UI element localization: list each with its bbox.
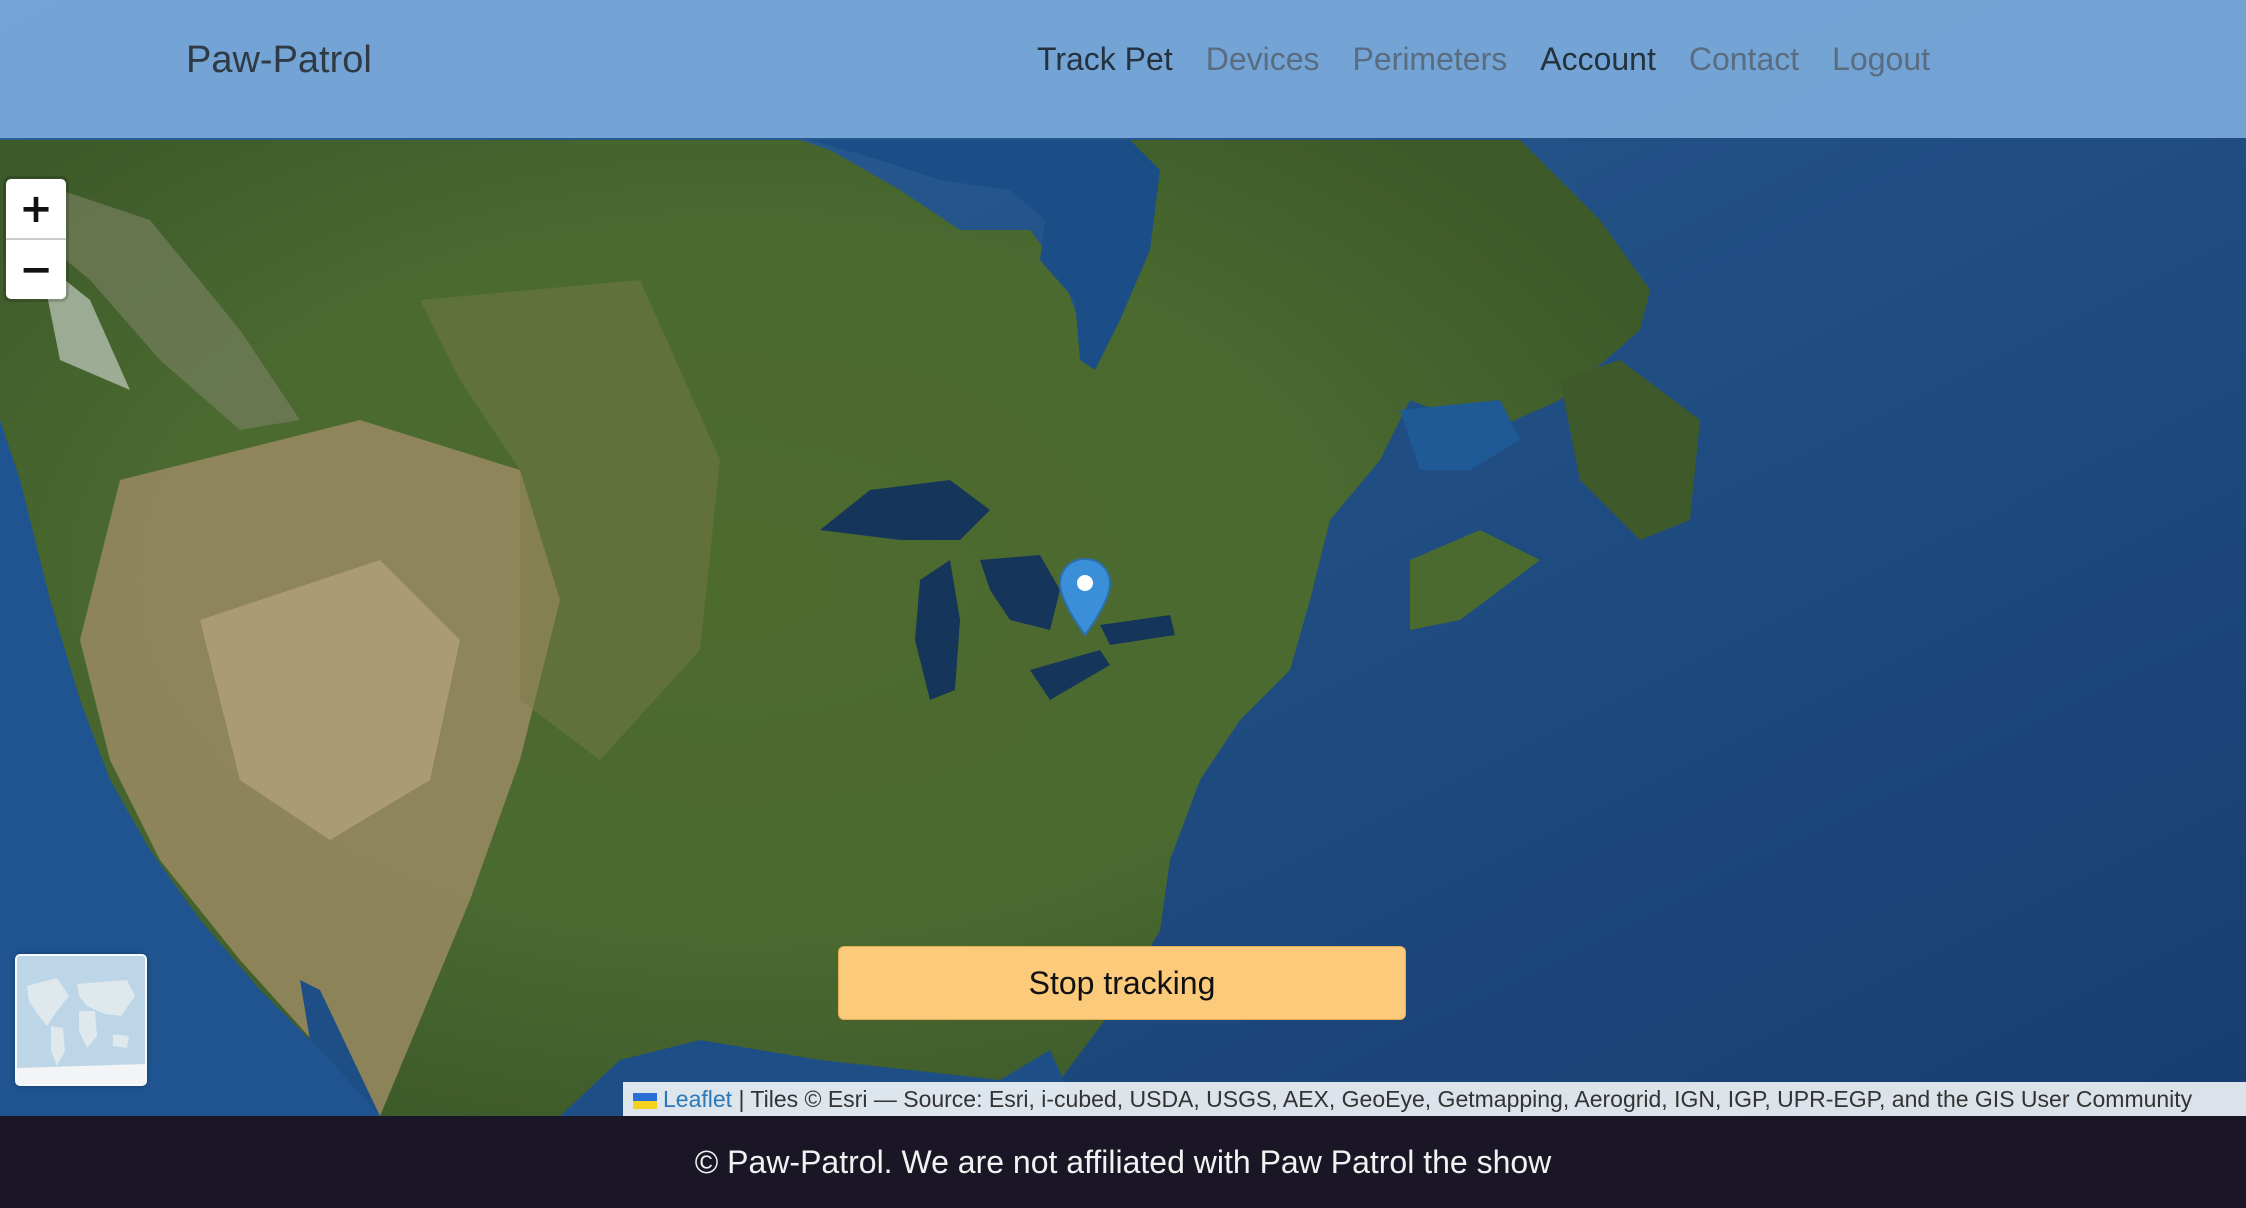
ukraine-flag-icon: [633, 1084, 657, 1109]
map-attribution: Leaflet | Tiles © Esri — Source: Esri, i…: [623, 1082, 2246, 1116]
map-pin-icon[interactable]: [1057, 557, 1113, 644]
satellite-map[interactable]: + − Stop tracking Leaflet | Tiles © Esri…: [0, 0, 2246, 1116]
world-minimap[interactable]: [15, 954, 147, 1086]
top-navbar: Paw-Patrol Track Pet Devices Perimeters …: [0, 0, 2246, 138]
nav-track-pet[interactable]: Track Pet: [1037, 41, 1173, 78]
nav-contact[interactable]: Contact: [1689, 41, 1799, 78]
nav-devices[interactable]: Devices: [1206, 41, 1320, 78]
footer-text: © Paw-Patrol. We are not affiliated with…: [694, 1143, 1552, 1180]
brand-logo[interactable]: Paw-Patrol: [186, 0, 372, 120]
page-footer: © Paw-Patrol. We are not affiliated with…: [0, 1116, 2246, 1208]
nav-perimeters[interactable]: Perimeters: [1353, 41, 1508, 78]
nav-links: Track Pet Devices Perimeters Account Con…: [1037, 0, 1930, 118]
nav-account[interactable]: Account: [1540, 41, 1656, 78]
zoom-in-button[interactable]: +: [6, 179, 66, 238]
stop-tracking-button[interactable]: Stop tracking: [838, 946, 1406, 1020]
zoom-control: + −: [6, 179, 66, 299]
zoom-out-button[interactable]: −: [6, 238, 66, 299]
nav-logout[interactable]: Logout: [1832, 41, 1930, 78]
attribution-text: | Tiles © Esri — Source: Esri, i-cubed, …: [738, 1086, 2193, 1112]
leaflet-link[interactable]: Leaflet: [663, 1086, 732, 1112]
